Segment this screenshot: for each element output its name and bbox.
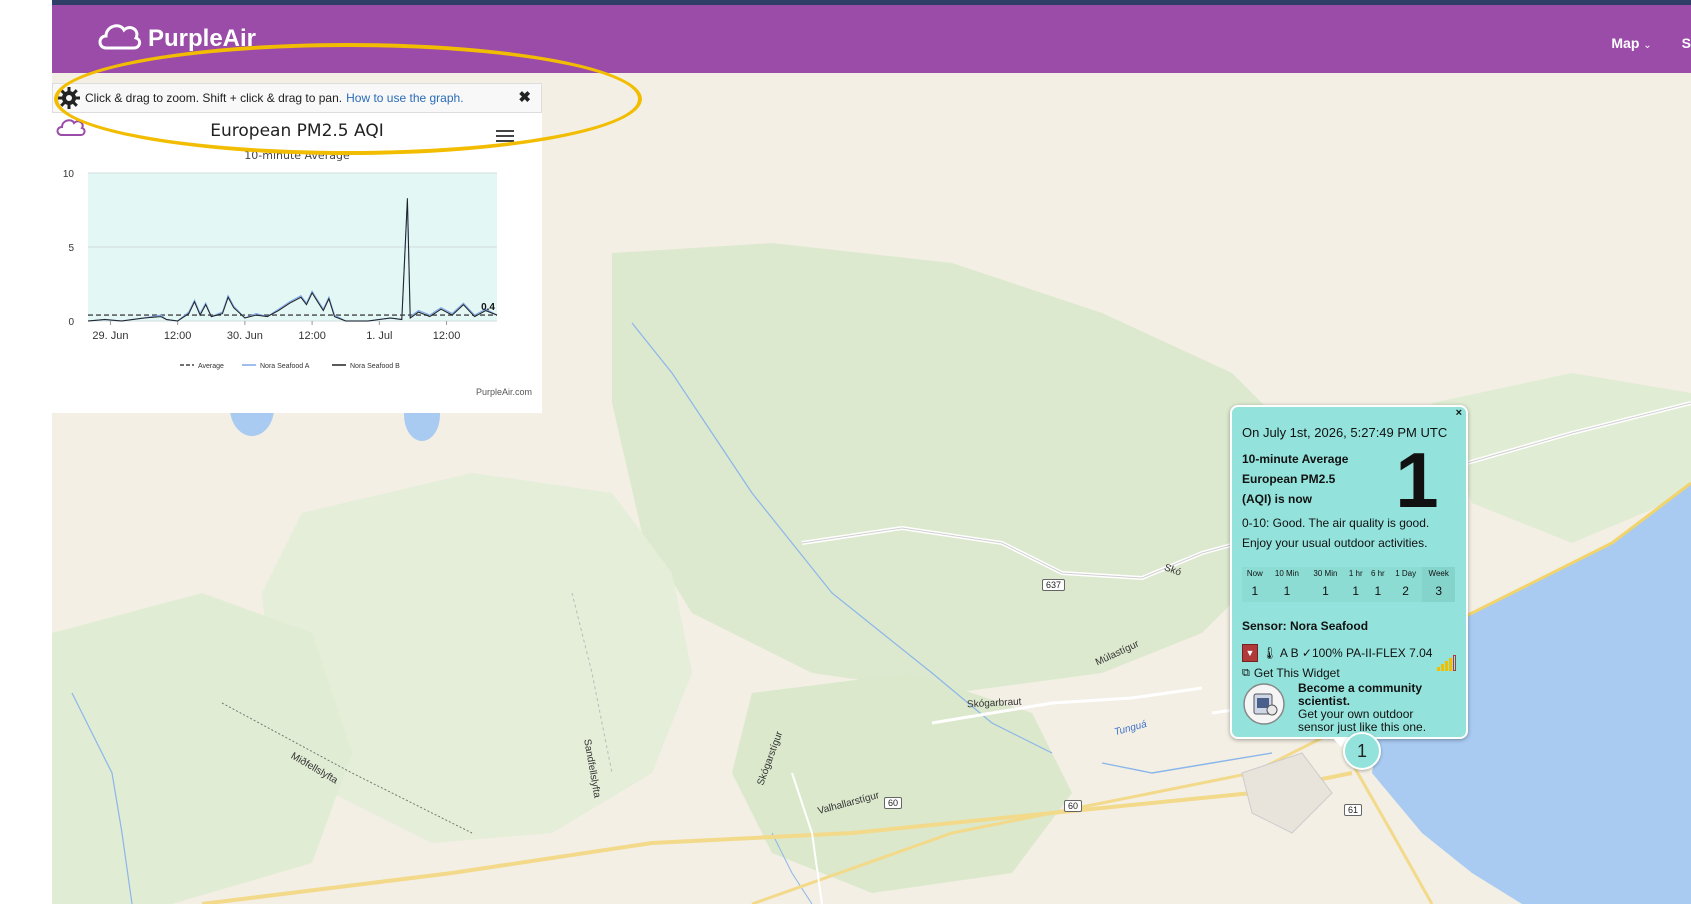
y-tick-label: 5 — [68, 243, 74, 254]
signal-strength-icon — [1437, 655, 1456, 671]
promo-title: Become a community scientist. — [1298, 682, 1422, 708]
x-tick-label: 29. Jun — [92, 330, 128, 342]
table-cell[interactable]: 1 — [1344, 580, 1367, 602]
promo-subtitle: Get your own outdoor sensor just like th… — [1298, 708, 1426, 734]
popup-label-line: European PM2.5 — [1242, 472, 1336, 486]
get-widget-link[interactable]: ⧉ Get This Widget — [1242, 666, 1340, 680]
table-header: Now — [1242, 567, 1268, 580]
route-shield: 60 — [1064, 800, 1083, 812]
popup-label-line: 10-minute Average — [1242, 452, 1349, 466]
signal-bar — [1453, 655, 1456, 671]
x-tick-label: 12:00 — [164, 330, 192, 342]
table-header: 1 hr — [1344, 567, 1367, 580]
table-header: 10 Min — [1267, 567, 1307, 580]
route-shield: 60 — [884, 797, 903, 809]
popup-metric-label: 10-minute Average European PM2.5 (AQI) i… — [1242, 449, 1362, 509]
top-nav: Map ⌄ S — [1611, 35, 1691, 51]
menu-bar — [496, 135, 514, 137]
community-promo[interactable]: Become a community scientist. Get your o… — [1242, 682, 1457, 734]
y-tick-label: 10 — [63, 169, 75, 180]
brand-name: PurpleAir — [148, 25, 257, 52]
table-cell[interactable]: 1 — [1366, 580, 1389, 602]
signal-bar — [1437, 667, 1440, 671]
graph-panel: Click & drag to zoom. Shift + click & dr… — [52, 83, 542, 413]
table-header: 30 Min — [1306, 567, 1345, 580]
chevron-down-icon: ⌄ — [1643, 40, 1652, 51]
nav-more[interactable]: S — [1682, 35, 1691, 51]
table-header: 6 hr — [1366, 567, 1389, 580]
menu-bar — [496, 140, 514, 142]
table-cell[interactable]: 3 — [1422, 580, 1455, 602]
gear-icon[interactable] — [57, 86, 81, 110]
popup-desc-line: 0-10: Good. The air quality is good. — [1242, 516, 1430, 530]
table-cell[interactable]: 1 — [1267, 580, 1307, 602]
sensor-device-icon — [1243, 683, 1285, 725]
brand-logo[interactable]: PurpleAir — [96, 17, 256, 53]
table-header: Week — [1422, 567, 1455, 580]
y-tick-label: 0 — [68, 317, 74, 328]
sensor-marker[interactable]: 1 — [1343, 732, 1381, 770]
popup-label-line: (AQI) is now — [1242, 492, 1312, 506]
widget-icon: ⧉ — [1242, 666, 1250, 679]
aqi-history-table: Now 10 Min 30 Min 1 hr 6 hr 1 Day Week 1… — [1242, 567, 1455, 602]
table-cell[interactable]: 1 — [1242, 580, 1268, 602]
table-cell[interactable]: 2 — [1388, 580, 1423, 602]
sensor-name[interactable]: Sensor: Nora Seafood — [1242, 619, 1368, 633]
x-tick-label: 30. Jun — [227, 330, 263, 342]
route-shield: 637 — [1042, 579, 1066, 591]
graph-help-link[interactable]: How to use the graph. — [346, 91, 463, 105]
chart-menu-button[interactable] — [496, 127, 514, 145]
signal-bar — [1449, 658, 1452, 671]
nav-map-label: Map — [1611, 35, 1640, 51]
chart-subtitle: 10-minute Average — [244, 149, 350, 162]
close-icon[interactable]: × — [1456, 407, 1462, 419]
legend-label: Nora Seafood A — [260, 363, 310, 370]
close-icon[interactable]: ✖ — [518, 88, 531, 106]
device-info-text: 🌡 A B ✓100% PA-II-FLEX 7.04 — [1262, 646, 1433, 660]
site-header: PurpleAir Map ⌄ S — [52, 5, 1691, 73]
table-cell[interactable]: 1 — [1306, 580, 1345, 602]
nav-map[interactable]: Map ⌄ — [1611, 35, 1651, 51]
cloud-logo-icon — [98, 24, 142, 50]
signal-bar — [1441, 664, 1444, 671]
app-viewport: Miðfellslyfta Sandfellslyfta Skógarstígu… — [52, 0, 1691, 904]
get-widget-label: Get This Widget — [1253, 666, 1340, 680]
x-tick-label: 1. Jul — [366, 330, 392, 342]
graph-hint-bar: Click & drag to zoom. Shift + click & dr… — [52, 83, 542, 113]
popup-description: 0-10: Good. The air quality is good. Enj… — [1242, 513, 1457, 553]
graph-hint-text: Click & drag to zoom. Shift + click & dr… — [85, 91, 343, 105]
route-shield: 61 — [1344, 804, 1363, 816]
x-tick-label: 12:00 — [433, 330, 461, 342]
menu-bar — [496, 130, 514, 132]
chart-credit[interactable]: PurpleAir.com — [476, 387, 532, 397]
device-info: ▼ 🌡 A B ✓100% PA-II-FLEX 7.04 — [1242, 644, 1432, 662]
signal-bar — [1445, 661, 1448, 671]
popup-desc-line: Enjoy your usual outdoor activities. — [1242, 536, 1428, 550]
table-header: 1 Day — [1388, 567, 1423, 580]
aqi-chart[interactable]: 0 5 10 29. Jun 12:00 30. Jun 12:00 1. Jul 12:00 0… — [52, 163, 542, 393]
legend-label: Average — [198, 363, 224, 370]
sensor-popup: × On July 1st, 2026, 5:27:49 PM UTC 10-m… — [1230, 405, 1468, 747]
x-tick-label: 12:00 — [298, 330, 326, 342]
last-value-label: 0.4 — [481, 302, 495, 313]
download-icon[interactable]: ▼ — [1242, 644, 1258, 662]
chart-title: European PM2.5 AQI — [210, 121, 384, 141]
legend-label: Nora Seafood B — [350, 363, 400, 370]
